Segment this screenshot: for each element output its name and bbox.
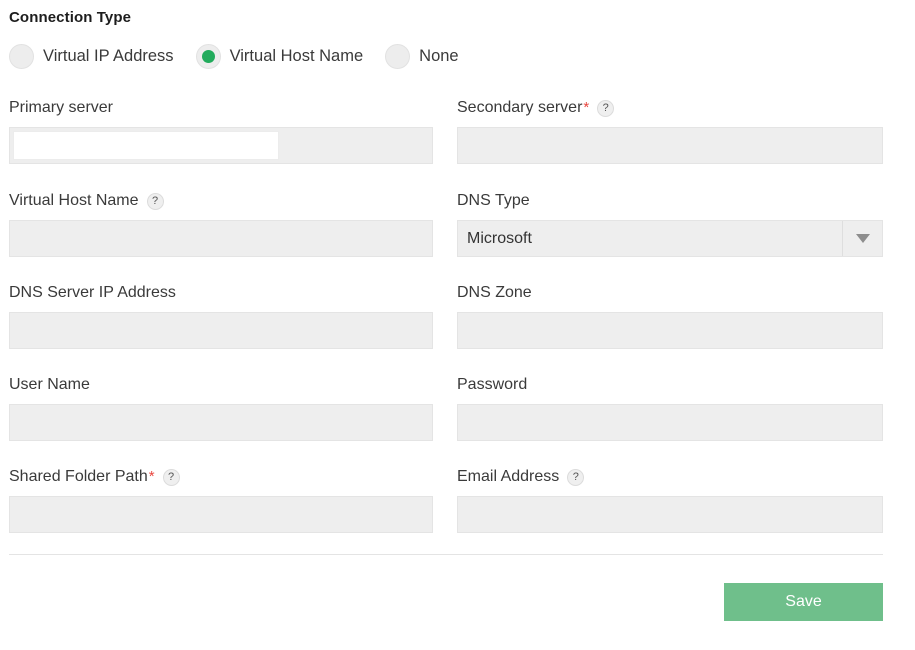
help-icon[interactable]: ? [597, 100, 614, 117]
field-label: Shared Folder Path * ? [9, 466, 433, 488]
radio-label-virtual-host-name: Virtual Host Name [230, 47, 364, 66]
chevron-down-icon[interactable] [842, 221, 882, 256]
field-shared-folder-path: Shared Folder Path * ? [9, 466, 433, 533]
field-dns-zone: DNS Zone [457, 282, 883, 349]
field-label: Password [457, 374, 883, 396]
field-label-text: Email Address [457, 468, 559, 486]
connection-type-form: Connection Type Virtual IP Address Virtu… [0, 0, 915, 650]
password-input[interactable] [457, 404, 883, 441]
field-virtual-host-name: Virtual Host Name ? [9, 190, 433, 257]
field-user-name: User Name [9, 374, 433, 441]
help-icon[interactable]: ? [567, 469, 584, 486]
field-dns-type: DNS Type Microsoft [457, 190, 883, 257]
field-label-text: DNS Type [457, 192, 530, 210]
radio-option-none[interactable]: None [385, 44, 458, 69]
footer-divider [9, 554, 883, 555]
field-label: DNS Server IP Address [9, 282, 433, 304]
field-dns-server-ip-address: DNS Server IP Address [9, 282, 433, 349]
connection-type-radio-group: Virtual IP Address Virtual Host Name Non… [9, 44, 481, 69]
radio-circle-icon[interactable] [385, 44, 410, 69]
field-label-text: Password [457, 376, 527, 394]
field-label-text: DNS Zone [457, 284, 532, 302]
radio-label-virtual-ip-address: Virtual IP Address [43, 47, 174, 66]
shared-folder-path-input[interactable] [9, 496, 433, 533]
page-title: Connection Type [9, 9, 131, 26]
secondary-server-input[interactable] [457, 127, 883, 164]
radio-option-virtual-host-name[interactable]: Virtual Host Name [196, 44, 364, 69]
radio-label-none: None [419, 47, 458, 66]
primary-server-input-inner[interactable] [13, 131, 279, 160]
radio-option-virtual-ip-address[interactable]: Virtual IP Address [9, 44, 174, 69]
email-address-input[interactable] [457, 496, 883, 533]
field-label-text: Primary server [9, 99, 113, 117]
field-label-text: Virtual Host Name [9, 192, 139, 210]
field-label-text: User Name [9, 376, 90, 394]
dns-type-selected-value: Microsoft [458, 221, 842, 256]
field-email-address: Email Address ? [457, 466, 883, 533]
radio-circle-selected-icon[interactable] [196, 44, 221, 69]
field-secondary-server: Secondary server * ? [457, 97, 883, 164]
required-asterisk: * [583, 100, 589, 115]
virtual-host-name-input[interactable] [9, 220, 433, 257]
help-icon[interactable]: ? [163, 469, 180, 486]
dns-server-ip-address-input[interactable] [9, 312, 433, 349]
caret-shape [856, 234, 870, 243]
field-primary-server: Primary server [9, 97, 433, 164]
user-name-input[interactable] [9, 404, 433, 441]
field-label: DNS Type [457, 190, 883, 212]
dns-zone-input[interactable] [457, 312, 883, 349]
field-label: Secondary server * ? [457, 97, 883, 119]
field-label: Primary server [9, 97, 433, 119]
field-label-text: Shared Folder Path [9, 468, 148, 486]
help-icon[interactable]: ? [147, 193, 164, 210]
field-password: Password [457, 374, 883, 441]
radio-dot-icon [202, 50, 215, 63]
field-label: Email Address ? [457, 466, 883, 488]
field-label-text: Secondary server [457, 99, 582, 117]
field-label: DNS Zone [457, 282, 883, 304]
save-button[interactable]: Save [724, 583, 883, 621]
primary-server-input[interactable] [9, 127, 433, 164]
field-label: User Name [9, 374, 433, 396]
required-asterisk: * [149, 469, 155, 484]
dns-type-select[interactable]: Microsoft [457, 220, 883, 257]
field-label-text: DNS Server IP Address [9, 284, 176, 302]
field-label: Virtual Host Name ? [9, 190, 433, 212]
radio-circle-icon[interactable] [9, 44, 34, 69]
